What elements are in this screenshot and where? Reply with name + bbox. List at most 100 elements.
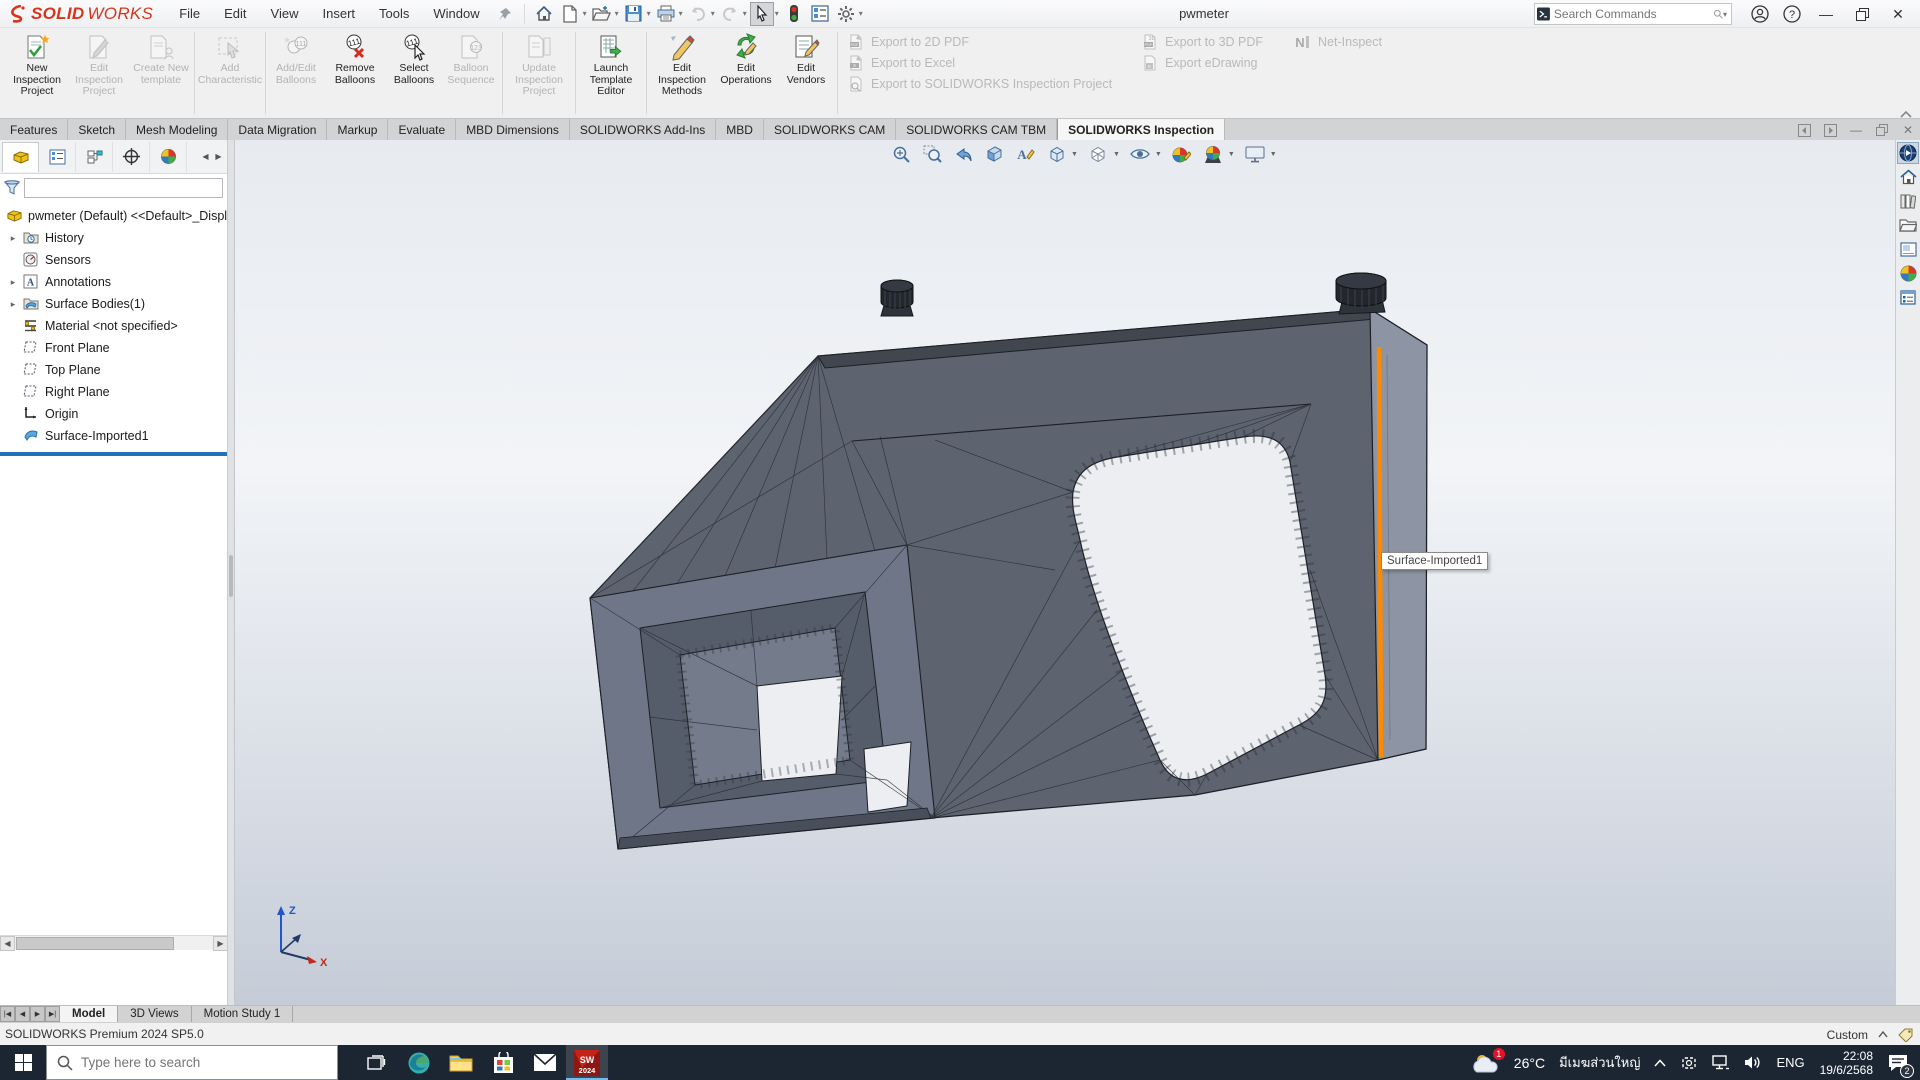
scene-caret[interactable]: ▼ — [1228, 151, 1235, 158]
undo-caret[interactable]: ▾ — [711, 9, 715, 18]
tab-features[interactable]: Features — [0, 119, 68, 140]
view-orientation-cube-icon[interactable] — [1045, 144, 1067, 164]
network-icon[interactable] — [1705, 1045, 1737, 1080]
scrollbar-thumb[interactable] — [16, 937, 174, 950]
custom-properties-icon[interactable] — [1897, 286, 1919, 308]
expand-arrow-icon[interactable]: ▸ — [8, 233, 18, 244]
options-list-icon[interactable] — [808, 2, 832, 26]
doc-restore-icon[interactable] — [1874, 122, 1890, 138]
create-new-template-button[interactable]: Create New template — [130, 28, 192, 118]
zoom-to-area-icon[interactable] — [921, 144, 943, 164]
pin-menu-icon[interactable] — [493, 2, 517, 26]
menu-insert[interactable]: Insert — [311, 0, 368, 28]
tree-item-annotations[interactable]: ▸ A Annotations — [0, 271, 227, 293]
scroll-left-icon[interactable]: ◀ — [0, 936, 15, 951]
panel-tab-scroll-right[interactable]: ▶ — [212, 144, 225, 170]
tab-solidworks-cam[interactable]: SOLIDWORKS CAM — [764, 119, 896, 140]
search-caret[interactable]: ▾ — [1723, 10, 1727, 19]
graphics-viewport[interactable]: A ▼ ▼ ▼ ▼ ▼ Surface-Imported1 Z X — [235, 140, 1895, 1005]
update-inspection-project-button[interactable]: Update Inspection Project — [505, 28, 573, 118]
edit-inspection-project-button[interactable]: Edit Inspection Project — [68, 28, 130, 118]
previous-view-icon[interactable] — [952, 144, 974, 164]
dimxpert-manager-tab[interactable] — [113, 142, 150, 172]
select-caret[interactable]: ▾ — [775, 9, 779, 18]
taskbar-clock[interactable]: 22:08 19/6/2568 — [1812, 1049, 1881, 1077]
menu-edit[interactable]: Edit — [212, 0, 258, 28]
tab-mbd[interactable]: MBD — [716, 119, 764, 140]
weather-icon[interactable]: 1 — [1465, 1045, 1507, 1080]
panel-tab-scroll-left[interactable]: ◀ — [199, 144, 212, 170]
tab-data-migration[interactable]: Data Migration — [228, 119, 327, 140]
orientation-caret[interactable]: ▼ — [1071, 151, 1078, 158]
weather-temp[interactable]: 26°C — [1507, 1045, 1552, 1080]
apply-scene-icon[interactable] — [1202, 144, 1224, 164]
hide-show-annotations-icon[interactable]: A — [1014, 144, 1036, 164]
print-caret[interactable]: ▾ — [679, 9, 683, 18]
restore-button[interactable] — [1848, 0, 1876, 28]
panel-horizontal-scrollbar[interactable]: ◀ ▶ — [0, 935, 228, 950]
tab-sketch[interactable]: Sketch — [68, 119, 126, 140]
command-search-box[interactable]: ▾ — [1534, 3, 1732, 25]
zoom-to-fit-icon[interactable] — [890, 144, 912, 164]
export-edrawing[interactable]: e Export eDrawing — [1142, 55, 1263, 71]
status-expand-chevron[interactable] — [1878, 1031, 1888, 1038]
edit-operations-button[interactable]: Edit Operations — [715, 28, 777, 118]
configuration-manager-tab[interactable] — [76, 142, 113, 172]
tab-markup[interactable]: Markup — [327, 119, 388, 140]
rebuild-traffic-light-icon[interactable] — [782, 2, 806, 26]
view-settings-caret[interactable]: ▼ — [1270, 151, 1277, 158]
select-cursor-icon[interactable] — [750, 2, 774, 26]
design-library-icon[interactable] — [1897, 190, 1919, 212]
menu-file[interactable]: File — [167, 0, 212, 28]
display-style-caret[interactable]: ▼ — [1113, 151, 1120, 158]
edit-inspection-methods-button[interactable]: Edit Inspection Methods — [649, 28, 715, 118]
open-icon[interactable] — [590, 2, 614, 26]
tree-item-surface-bodies[interactable]: ▸ Surface Bodies(1) — [0, 293, 227, 315]
tab-solidworks-inspection[interactable]: SOLIDWORKS Inspection — [1057, 119, 1225, 140]
tree-filter-input[interactable] — [24, 178, 223, 198]
scroll-right-icon[interactable]: ▶ — [213, 936, 228, 951]
print-icon[interactable] — [654, 2, 678, 26]
hidden-icons-chevron[interactable] — [1647, 1045, 1673, 1080]
close-button[interactable]: ✕ — [1884, 0, 1912, 28]
export-to-2d-pdf[interactable]: PDF Export to 2D PDF — [848, 34, 1112, 50]
pane-right-icon[interactable] — [1822, 122, 1838, 138]
tree-root[interactable]: pwmeter (Default) <<Default>_Display — [0, 205, 227, 227]
tag-icon[interactable] — [1898, 1028, 1914, 1042]
new-document-caret[interactable]: ▾ — [583, 9, 587, 18]
view-settings-icon[interactable] — [1244, 144, 1266, 164]
display-manager-tab[interactable] — [150, 142, 187, 172]
redo-caret[interactable]: ▾ — [743, 9, 747, 18]
hide-show-items-eye-icon[interactable] — [1129, 144, 1151, 164]
volume-icon[interactable] — [1737, 1045, 1769, 1080]
last-tab-icon[interactable]: ▶| — [45, 1006, 60, 1022]
doc-tab-motion-study-1[interactable]: Motion Study 1 — [192, 1006, 294, 1022]
tree-item-right-plane[interactable]: Right Plane — [0, 381, 227, 403]
save-icon[interactable] — [622, 2, 646, 26]
new-inspection-project-button[interactable]: New Inspection Project — [6, 28, 68, 118]
menu-tools[interactable]: Tools — [367, 0, 421, 28]
solidworks-app-icon[interactable]: SW2024 — [566, 1045, 608, 1080]
expand-arrow-icon[interactable]: ▸ — [8, 277, 18, 288]
doc-tab-3d-views[interactable]: 3D Views — [118, 1006, 191, 1022]
screen-snip-icon[interactable] — [1673, 1045, 1705, 1080]
edit-appearance-icon[interactable] — [1171, 144, 1193, 164]
remove-balloons-button[interactable]: 111 Remove Balloons — [324, 28, 386, 118]
save-caret[interactable]: ▾ — [647, 9, 651, 18]
pane-left-icon[interactable] — [1796, 122, 1812, 138]
model-surface-imported1[interactable] — [235, 140, 1895, 1005]
export-to-excel[interactable]: X Export to Excel — [848, 55, 1112, 71]
weather-description[interactable]: มีเมฆส่วนใหญ่ — [1552, 1045, 1647, 1080]
panel-splitter[interactable] — [228, 140, 235, 1005]
minimize-button[interactable]: — — [1812, 0, 1840, 28]
prev-tab-icon[interactable]: ◀ — [15, 1006, 30, 1022]
redo-icon[interactable] — [718, 2, 742, 26]
tab-mbd-dimensions[interactable]: MBD Dimensions — [456, 119, 570, 140]
doc-tab-model[interactable]: Model — [60, 1006, 118, 1022]
appearances-icon[interactable] — [1897, 262, 1919, 284]
task-view-icon[interactable] — [356, 1045, 398, 1080]
balloon-sequence-button[interactable]: 123 Balloon Sequence — [442, 28, 500, 118]
file-explorer-icon[interactable] — [1897, 214, 1919, 236]
language-indicator[interactable]: ENG — [1769, 1045, 1811, 1080]
tree-item-history[interactable]: ▸ History — [0, 227, 227, 249]
